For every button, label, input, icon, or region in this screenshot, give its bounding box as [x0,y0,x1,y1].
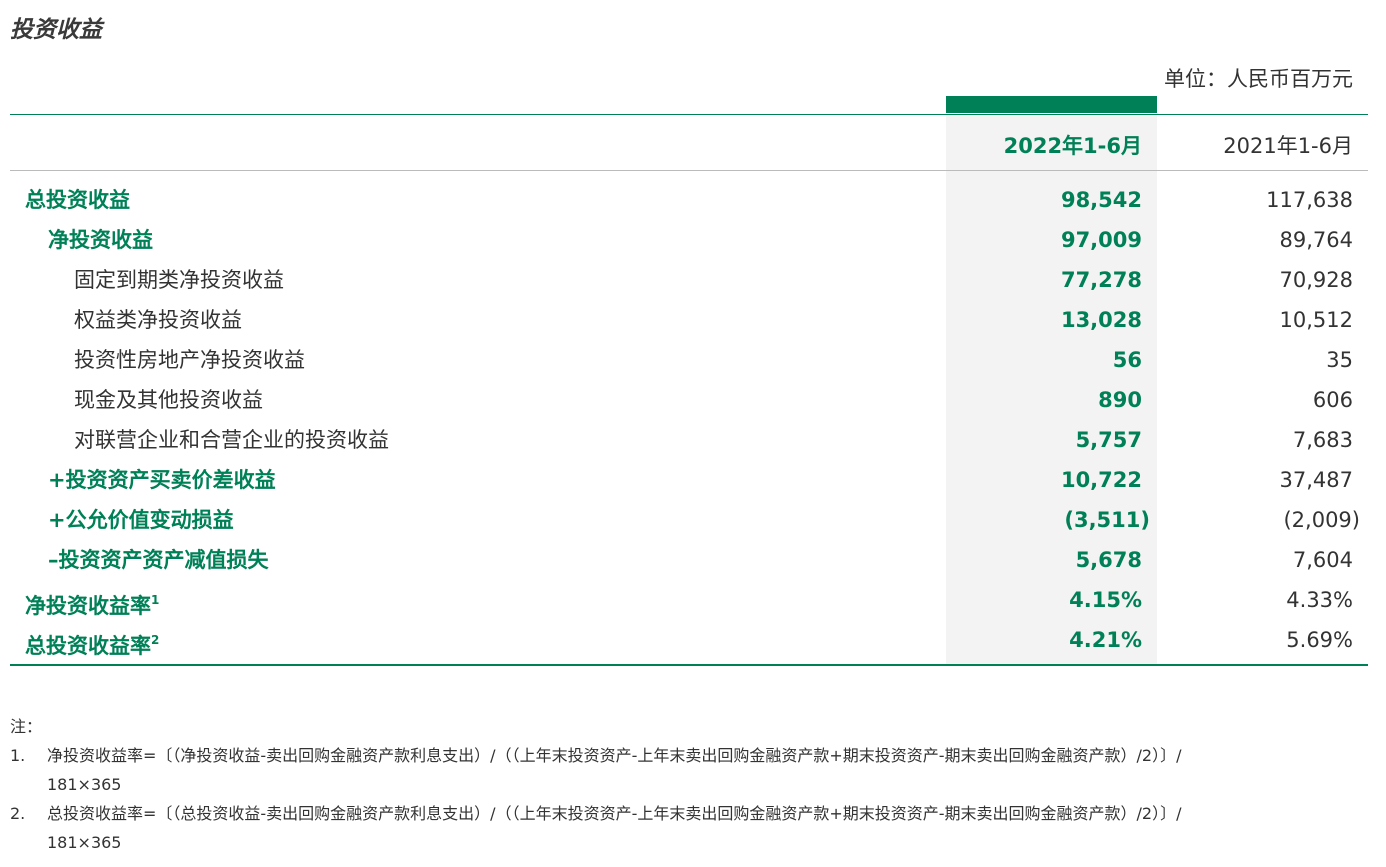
row-previous-value: 10,512 [1279,308,1353,332]
table-row: +公允价值变动损益 (3,511) (2,009) [0,500,1386,540]
row-label-text: 净投资收益率 [25,594,151,618]
row-previous-value: 89,764 [1279,228,1353,252]
table-row: 总投资收益率2 4.21% 5.69% [0,620,1386,660]
row-label: 总投资收益 [25,188,130,212]
row-current-value: 13,028 [1060,308,1142,332]
row-previous-value: 606 [1312,388,1353,412]
row-current-value: 5,678 [1075,548,1142,572]
row-label: –投资资产资产减值损失 [48,548,269,572]
footnote-line: 181×365 [47,833,122,852]
section-title: 投资收益 [10,17,102,43]
footnote-number: 1. [10,746,26,765]
table-row: 现金及其他投资收益 890 606 [0,380,1386,420]
footnote-marker: 1 [151,593,160,607]
row-current-value: (3,511) [1064,508,1150,532]
row-previous-value: 117,638 [1266,188,1353,212]
row-previous-value: (2,009) [1283,508,1360,532]
row-previous-value: 70,928 [1279,268,1353,292]
footnote-item: 2. 总投资收益率=〔（总投资收益-卖出回购金融资产款利息支出）/（（上年末投资… [10,799,1182,857]
table-row: 权益类净投资收益 13,028 10,512 [0,300,1386,340]
footnote-marker: 2 [151,633,160,647]
unit-label: 单位：人民币百万元 [1164,67,1353,91]
footnotes: 注： 1. 净投资收益率=〔（净投资收益-卖出回购金融资产款利息支出）/（（上年… [10,712,1182,857]
row-label: +公允价值变动损益 [48,508,234,532]
footnote-number: 2. [10,804,26,823]
header-current-period: 2022年1-6月 [1003,134,1142,158]
table-row: 对联营企业和合营企业的投资收益 5,757 7,683 [0,420,1386,460]
current-column-accent [946,96,1157,113]
table-row: 总投资收益 98,542 117,638 [0,180,1386,220]
row-current-value: 5,757 [1075,428,1142,452]
table-row: 净投资收益 97,009 89,764 [0,220,1386,260]
footnote-line: 181×365 [47,775,122,794]
row-current-value: 4.15% [1069,588,1142,612]
row-label: +投资资产买卖价差收益 [48,468,276,492]
table-row: 净投资收益率1 4.15% 4.33% [0,580,1386,620]
table-row: –投资资产资产减值损失 5,678 7,604 [0,540,1386,580]
table-row: 投资性房地产净投资收益 56 35 [0,340,1386,380]
row-current-value: 77,278 [1060,268,1142,292]
row-current-value: 97,009 [1060,228,1142,252]
table-bottom-rule [10,664,1368,666]
row-current-value: 10,722 [1060,468,1142,492]
row-label-text: 总投资收益率 [25,634,151,658]
row-current-value: 890 [1098,388,1142,412]
row-label: 固定到期类净投资收益 [74,268,284,292]
header-divider [10,170,1368,171]
row-label: 总投资收益率2 [25,620,159,666]
row-label: 净投资收益 [48,228,153,252]
header-previous-period: 2021年1-6月 [1223,134,1353,158]
row-previous-value: 5.69% [1286,628,1353,652]
table-row: 固定到期类净投资收益 77,278 70,928 [0,260,1386,300]
row-label: 权益类净投资收益 [74,308,242,332]
notes-heading: 注： [10,717,43,736]
row-previous-value: 37,487 [1279,468,1353,492]
row-label: 现金及其他投资收益 [74,388,263,412]
table-top-rule [10,114,1368,115]
row-current-value: 4.21% [1069,628,1142,652]
row-label: 对联营企业和合营企业的投资收益 [74,428,389,452]
row-previous-value: 35 [1326,348,1353,372]
footnote-line: 总投资收益率=〔（总投资收益-卖出回购金融资产款利息支出）/（（上年末投资资产-… [47,804,1182,823]
row-previous-value: 4.33% [1286,588,1353,612]
row-label: 投资性房地产净投资收益 [74,348,305,372]
footnote-item: 1. 净投资收益率=〔（净投资收益-卖出回购金融资产款利息支出）/（（上年末投资… [10,741,1182,799]
row-current-value: 56 [1112,348,1142,372]
row-previous-value: 7,683 [1292,428,1353,452]
row-previous-value: 7,604 [1292,548,1353,572]
table-row: +投资资产买卖价差收益 10,722 37,487 [0,460,1386,500]
footnote-line: 净投资收益率=〔（净投资收益-卖出回购金融资产款利息支出）/（（上年末投资资产-… [47,746,1182,765]
row-current-value: 98,542 [1060,188,1142,212]
